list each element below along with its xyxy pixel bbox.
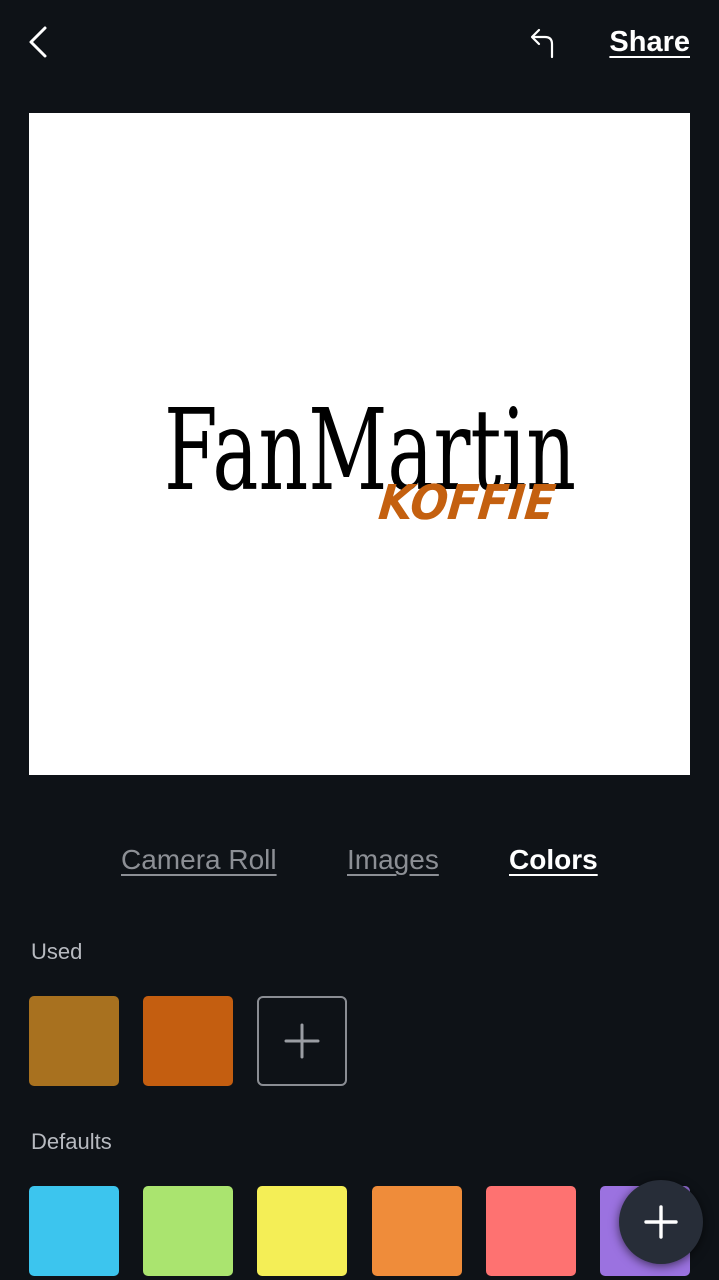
plus-icon — [644, 1205, 678, 1239]
top-bar: Share — [0, 0, 719, 86]
share-button[interactable]: Share — [609, 24, 690, 60]
source-tabs: Camera Roll Images Colors — [0, 838, 719, 884]
chevron-left-icon — [29, 26, 47, 58]
used-color-swatch[interactable] — [143, 996, 233, 1086]
default-color-swatch[interactable] — [486, 1186, 576, 1276]
undo-icon — [530, 28, 554, 59]
back-button[interactable] — [18, 20, 58, 64]
used-color-swatch[interactable] — [29, 996, 119, 1086]
undo-button[interactable] — [522, 22, 564, 64]
default-color-swatch[interactable] — [29, 1186, 119, 1276]
fanmartin-koffie-logo: FanMartin KOFFIE — [164, 386, 576, 531]
default-color-swatch[interactable] — [257, 1186, 347, 1276]
editor-screen: Share FanMartin KOFFIE Camera Roll Image… — [0, 0, 719, 1280]
default-color-swatch[interactable] — [143, 1186, 233, 1276]
used-section-label: Used — [31, 939, 83, 964]
default-color-swatch[interactable] — [372, 1186, 462, 1276]
defaults-section-label: Defaults — [31, 1129, 112, 1154]
svg-text:KOFFIE: KOFFIE — [376, 475, 558, 531]
plus-icon — [284, 1023, 320, 1059]
add-color-button[interactable] — [257, 996, 347, 1086]
tab-colors[interactable]: Colors — [509, 838, 598, 882]
design-canvas[interactable]: FanMartin KOFFIE — [29, 113, 690, 775]
add-element-fab[interactable] — [619, 1180, 703, 1264]
tab-images[interactable]: Images — [347, 838, 439, 882]
tab-camera-roll[interactable]: Camera Roll — [121, 838, 277, 882]
